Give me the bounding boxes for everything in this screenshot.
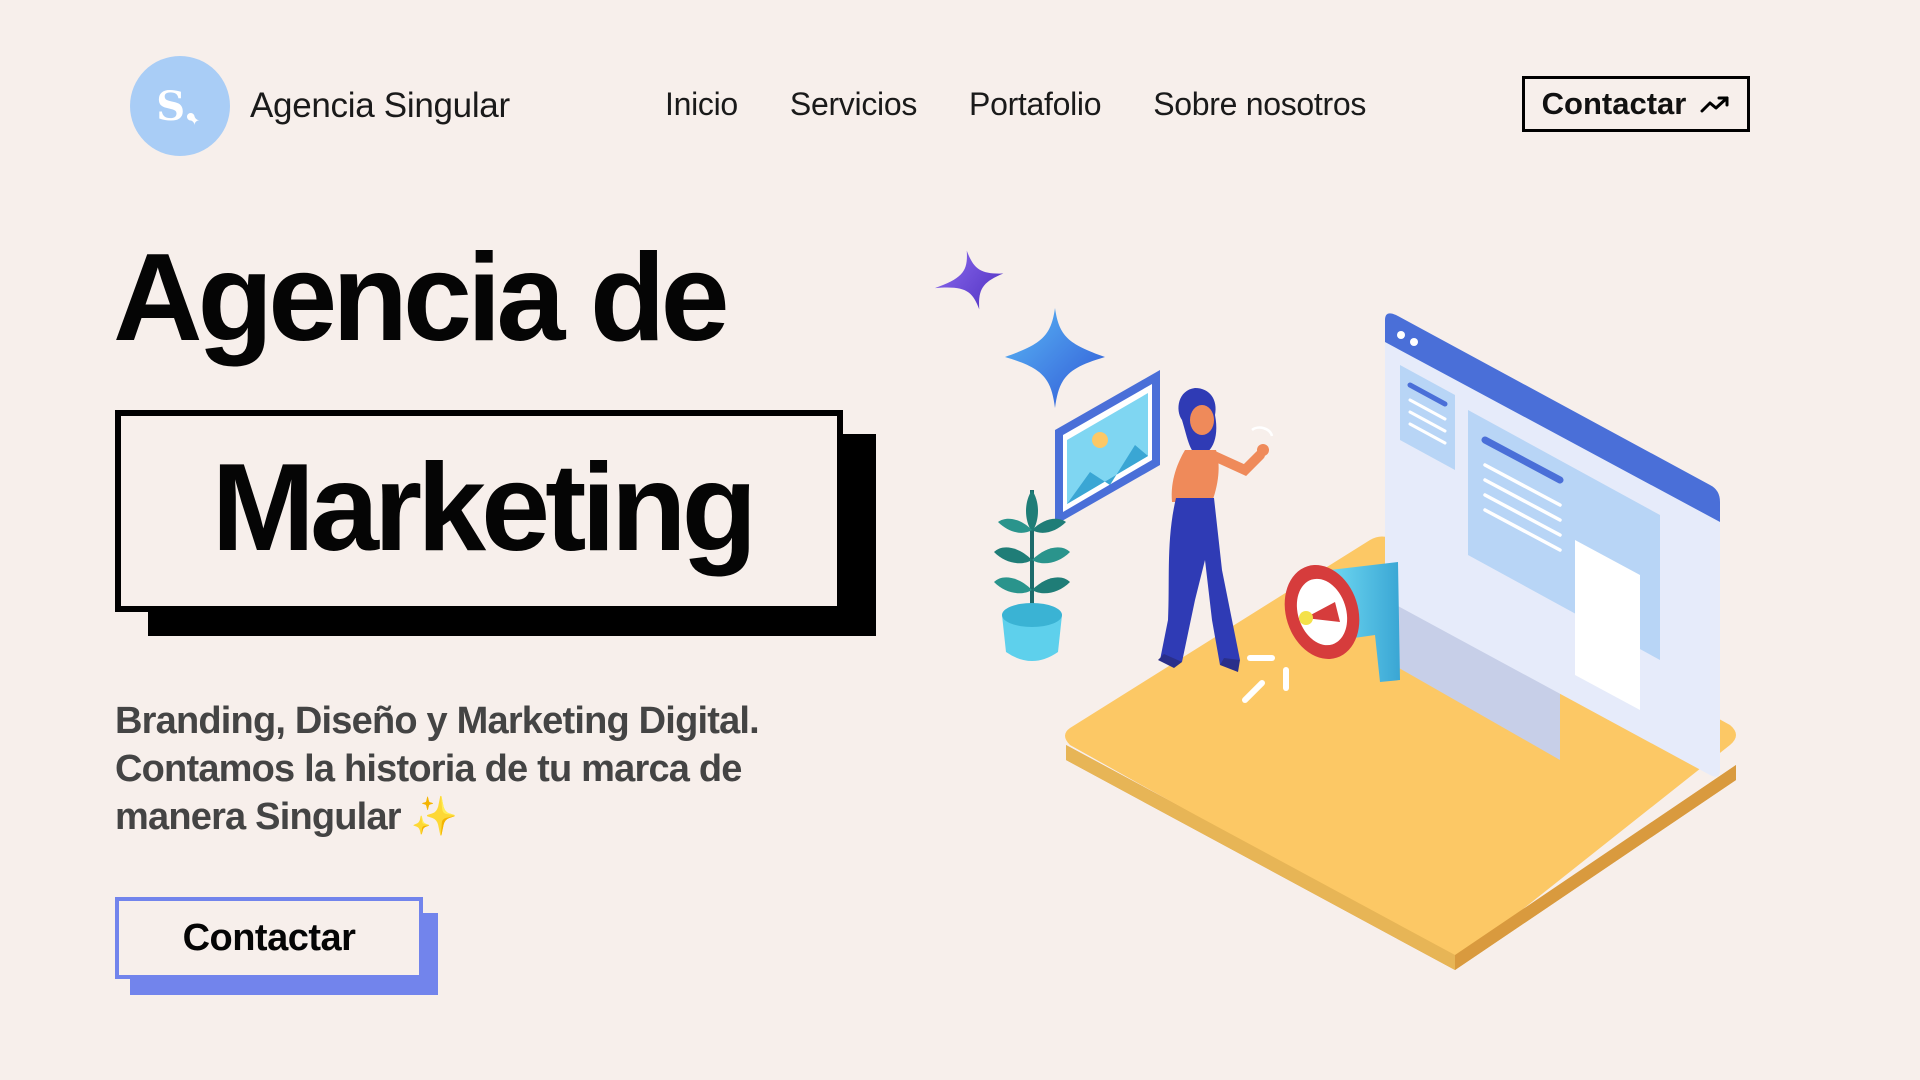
hero-title-box: Marketing <box>115 410 843 612</box>
logo-badge: S. ✦ <box>130 56 230 156</box>
nav-item-servicios[interactable]: Servicios <box>790 86 917 123</box>
hero-title-line2: Marketing <box>211 439 758 577</box>
hero-title-line1: Agencia de <box>113 229 730 367</box>
hero-contact-button[interactable]: Contactar <box>115 897 423 979</box>
trending-up-icon <box>1700 96 1729 113</box>
isometric-marketing-illustration <box>934 250 1736 970</box>
brand-name: Agencia Singular <box>250 86 510 125</box>
logo[interactable]: S. ✦ Agencia Singular <box>130 56 510 156</box>
logo-sparkle-icon: ✦ <box>189 113 200 128</box>
sparkles-icon: ✨ <box>410 796 458 838</box>
sparkle-icon <box>1005 308 1105 408</box>
hero-subtitle: Branding, Diseño y Marketing Digital. Co… <box>115 697 815 841</box>
nav-item-inicio[interactable]: Inicio <box>665 86 738 123</box>
subtitle-line: Contamos la historia de tu marca de <box>115 748 742 790</box>
picture-frame <box>1055 370 1160 525</box>
sparkle-icon <box>934 250 1004 310</box>
subtitle-line: Branding, Diseño y Marketing Digital. <box>115 700 760 742</box>
header-contact-button[interactable]: Contactar <box>1522 76 1750 132</box>
main-nav: Inicio Servicios Portafolio Sobre nosotr… <box>665 86 1366 123</box>
subtitle-line-with-emoji: manera Singular ✨ <box>115 793 815 841</box>
nav-item-portafolio[interactable]: Portafolio <box>969 86 1102 123</box>
header-contact-label: Contactar <box>1541 86 1687 121</box>
nav-item-sobre-nosotros[interactable]: Sobre nosotros <box>1153 86 1366 123</box>
subtitle-line: manera Singular <box>115 796 402 838</box>
